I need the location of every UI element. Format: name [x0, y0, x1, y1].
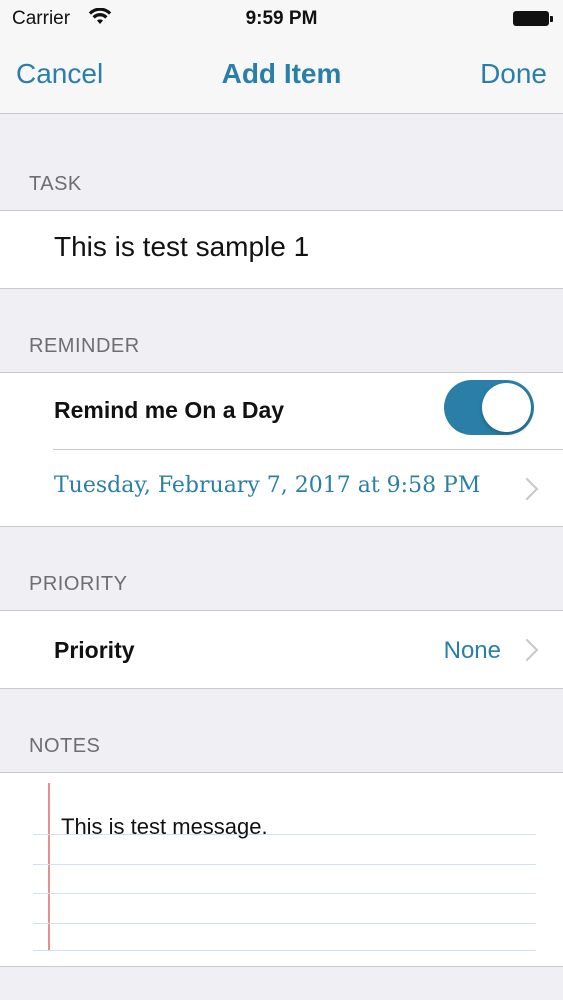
- navigation-bar: Cancel Add Item Done: [0, 40, 563, 114]
- notes-rule-line: [33, 893, 536, 894]
- remind-toggle-label: Remind me On a Day: [54, 397, 285, 423]
- status-bar: Carrier 9:59 PM: [0, 0, 563, 40]
- reminder-section-header: REMINDER: [29, 335, 140, 357]
- priority-value: None: [443, 637, 501, 664]
- reminder-date-row[interactable]: Tuesday, February 7, 2017 at 9:58 PM: [0, 450, 563, 526]
- toggle-knob: [482, 383, 531, 432]
- task-cell[interactable]: This is test sample 1: [0, 210, 563, 289]
- priority-cell[interactable]: Priority None: [0, 610, 563, 689]
- reminder-date-text: Tuesday, February 7, 2017 at 9:58 PM: [54, 473, 481, 498]
- task-text-field[interactable]: This is test sample 1: [54, 231, 309, 263]
- task-section-header: TASK: [29, 173, 82, 195]
- chevron-right-icon: [515, 477, 539, 501]
- notes-rule-line: [33, 923, 536, 924]
- reminder-cell-group: Remind me On a Day Tuesday, February 7, …: [0, 372, 563, 527]
- notes-text: This is test message.: [61, 814, 268, 839]
- notes-margin-line: [48, 783, 50, 950]
- remind-toggle-switch[interactable]: [444, 380, 534, 435]
- clock-time: 9:59 PM: [245, 8, 318, 29]
- notes-section-header: NOTES: [29, 735, 101, 757]
- notes-text-area[interactable]: This is test message.: [0, 772, 563, 967]
- done-button[interactable]: Done: [480, 58, 547, 90]
- battery-icon: [513, 11, 553, 26]
- priority-label: Priority: [54, 637, 135, 663]
- chevron-right-icon: [515, 638, 539, 662]
- priority-section-header: PRIORITY: [29, 573, 128, 595]
- notes-rule-line: [33, 864, 536, 865]
- notes-rule-line: [33, 950, 536, 951]
- page-title: Add Item: [221, 58, 342, 89]
